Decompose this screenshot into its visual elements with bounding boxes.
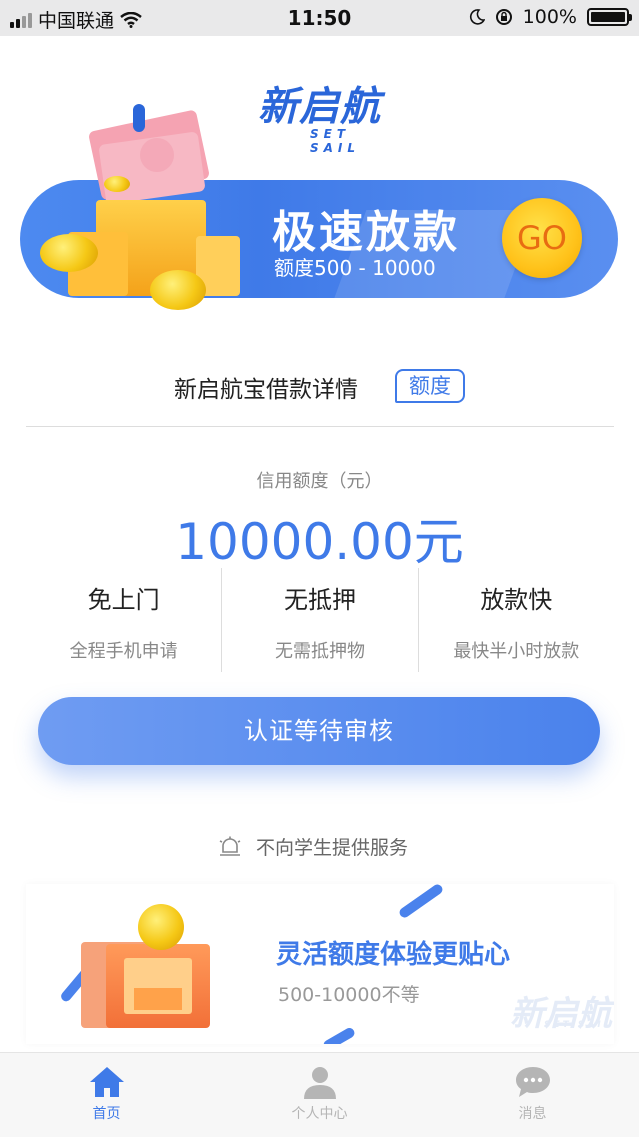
tab-label: 个人中心: [291, 1106, 348, 1122]
verify-pending-button[interactable]: 认证等待审核: [38, 697, 600, 765]
alarm-bell-icon: [219, 836, 241, 856]
app-logo: 新启航 SET SAIL: [258, 84, 398, 155]
notice: 不向学生提供服务: [218, 833, 408, 860]
moon-icon: [469, 9, 485, 25]
feature-desc: 全程手机申请: [69, 641, 178, 662]
battery-percent: 100%: [522, 6, 577, 28]
feature-title: 放款快: [480, 586, 553, 614]
feature-item: 无抵押 无需抵押物: [221, 568, 417, 672]
feature-desc: 无需抵押物: [274, 641, 365, 662]
feature-title: 无抵押: [283, 586, 356, 614]
battery-icon: [587, 8, 632, 26]
feature-desc: 最快半小时放款: [453, 641, 580, 662]
credit-label: 信用额度（元）: [256, 471, 383, 492]
quota-tag[interactable]: 额度: [395, 369, 465, 403]
features-row: 免上门 全程手机申请 无抵押 无需抵押物 放款快 最快半小时放款: [26, 568, 614, 672]
banner-subtitle: 额度500 - 10000: [274, 256, 436, 280]
feature-item: 放款快 最快半小时放款: [417, 568, 614, 672]
feature-title: 免上门: [87, 586, 160, 614]
tab-messages[interactable]: 消息: [426, 1053, 639, 1137]
message-icon: [515, 1067, 550, 1097]
tab-label: 消息: [518, 1106, 547, 1122]
promo-title: 灵活额度体验更贴心: [276, 940, 511, 970]
logo-subtext: SET SAIL: [310, 127, 361, 155]
notice-text: 不向学生提供服务: [256, 837, 409, 859]
credit-value: 10000.00元: [175, 513, 464, 571]
tab-bar: 首页 个人中心 消息: [0, 1052, 639, 1137]
tab-home[interactable]: 首页: [0, 1053, 213, 1137]
banner-title: 极速放款: [272, 207, 460, 258]
person-icon: [303, 1067, 336, 1099]
divider: [26, 426, 614, 427]
tab-profile[interactable]: 个人中心: [213, 1053, 426, 1137]
promo-card[interactable]: 灵活额度体验更贴心 500-10000不等 新启航 SET SAIL: [26, 884, 614, 1044]
home-icon: [89, 1067, 124, 1097]
promo-stripe: [321, 1026, 357, 1044]
promo-stripe: [397, 884, 445, 920]
feature-item: 免上门 全程手机申请: [26, 568, 221, 672]
tab-label: 首页: [92, 1106, 121, 1122]
section-title: 新启航宝借款详情: [174, 377, 358, 403]
logo-text: 新启航: [258, 84, 381, 130]
promo-subtitle: 500-10000不等: [278, 984, 420, 1006]
status-right: 100%: [469, 6, 632, 28]
watermark-logo-sub: SET SAIL: [544, 1020, 613, 1030]
go-button[interactable]: GO: [502, 198, 582, 278]
status-bar: 中国联通 11:50 100%: [0, 0, 639, 36]
rotation-lock-icon: [495, 9, 512, 25]
